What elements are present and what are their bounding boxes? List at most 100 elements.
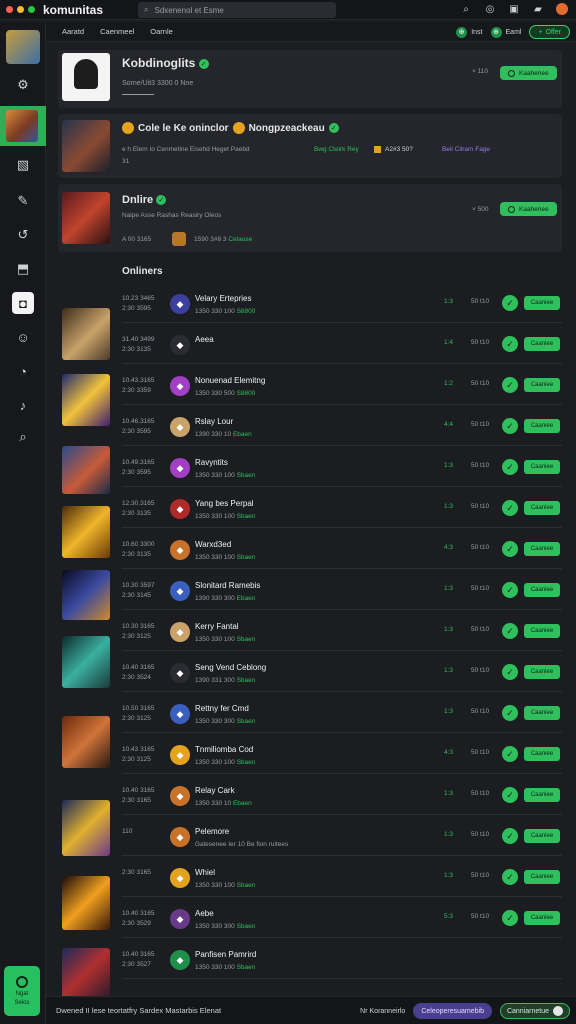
row-title[interactable]: Aebe xyxy=(195,909,214,918)
list-item[interactable]: 10.46.3165 2:30 3595 ◆ Rslay Lour 1390 330 1… xyxy=(58,409,562,445)
sidebar-cta-button[interactable]: Ngat Selos xyxy=(4,966,40,1016)
gear-icon[interactable]: ⚙ xyxy=(12,74,34,96)
row-title[interactable]: Velary Ertepries xyxy=(195,294,251,303)
face-icon[interactable]: ☺ xyxy=(12,326,34,348)
row-action-button[interactable]: Caaniee xyxy=(524,706,560,720)
row-action-button[interactable]: Caaniee xyxy=(524,911,560,925)
row-title[interactable]: Panfisen Pamrird xyxy=(195,950,256,959)
offer-button[interactable]: + Offer xyxy=(529,25,570,39)
list-item[interactable]: 10.40 3165 2:30 3527 ◆ Panfisen Pamrird 1350… xyxy=(58,942,562,978)
search-icon[interactable]: ⌕ xyxy=(460,3,472,15)
row-action-button[interactable]: Caaniee xyxy=(524,337,560,351)
check-icon[interactable]: ✓ xyxy=(502,664,518,680)
row-title[interactable]: Warxd3ed xyxy=(195,540,231,549)
user-avatar[interactable] xyxy=(556,3,568,15)
bottom-link[interactable]: Nr Koranneirlo xyxy=(360,1008,405,1015)
list-item[interactable]: 10.40 3165 2:30 3165 ◆ Relay Cark 1350 330 1… xyxy=(58,778,562,814)
list-item[interactable]: 10.50 3165 2:30 3125 ◆ Rettny fer Cmd 1350 3… xyxy=(58,696,562,732)
globe-icon[interactable]: ◎ xyxy=(484,3,496,15)
history-icon[interactable]: ↺ xyxy=(12,224,34,246)
check-icon[interactable]: ✓ xyxy=(502,336,518,352)
nav-link[interactable]: Oarnle xyxy=(150,27,173,36)
list-item[interactable]: 2:30 3165 ◆ Whiel 1350 330 100 Sbaen 1:3 50 t… xyxy=(58,860,562,896)
purple-action-button[interactable]: Celeoperesuamebib xyxy=(413,1003,492,1019)
cube-icon[interactable]: ⬒ xyxy=(12,258,34,280)
list-item[interactable]: 10.30 3597 2:30 3145 ◆ Slonitard Ramebis 139… xyxy=(58,573,562,609)
row-title[interactable]: Tnmiliomba Cod xyxy=(195,745,253,754)
nav-item-eaml[interactable]: ⊕ Eaml xyxy=(490,26,521,38)
row-title[interactable]: Whiel xyxy=(195,868,215,877)
check-icon[interactable]: ✓ xyxy=(502,500,518,516)
nav-item-inst[interactable]: ⊕ Inst xyxy=(456,26,483,38)
row-action-button[interactable]: Caaniee xyxy=(524,501,560,515)
timer-icon[interactable]: ◔ xyxy=(12,360,34,382)
chat-icon[interactable]: ◘ xyxy=(12,292,34,314)
sidebar-item-active[interactable] xyxy=(0,106,46,146)
list-item[interactable]: 12.30.3165 2:30 3135 ◆ Yang bes Perpal 1350 … xyxy=(58,491,562,527)
check-icon[interactable]: ✓ xyxy=(502,910,518,926)
follow-button[interactable]: Kaahenee xyxy=(500,66,557,80)
chart-icon[interactable]: ▧ xyxy=(12,154,34,176)
list-item[interactable]: 10.43 3165 2:30 3125 ◆ Tnmiliomba Cod 1350 3… xyxy=(58,737,562,773)
check-icon[interactable]: ✓ xyxy=(502,295,518,311)
bell-icon[interactable]: ♪ xyxy=(12,394,34,416)
row-title[interactable]: Pelemore xyxy=(195,827,229,836)
row-action-button[interactable]: Caaniee xyxy=(524,542,560,556)
bag-icon[interactable]: ▰ xyxy=(532,3,544,15)
app-logo[interactable] xyxy=(6,30,40,64)
row-action-button[interactable]: Caaniee xyxy=(524,788,560,802)
check-icon[interactable]: ✓ xyxy=(502,459,518,475)
row-action-button[interactable]: Caaniee xyxy=(524,378,560,392)
row-action-button[interactable]: Caaniee xyxy=(524,419,560,433)
green-action-button[interactable]: Canniarnetue xyxy=(499,1003,570,1019)
check-icon[interactable]: ✓ xyxy=(502,582,518,598)
list-item[interactable]: 10.60 3300 2:30 3135 ◆ Warxd3ed 1350 330 100… xyxy=(58,532,562,568)
check-icon[interactable]: ✓ xyxy=(502,746,518,762)
row-title[interactable]: Aeea xyxy=(195,335,214,344)
check-icon[interactable]: ✓ xyxy=(502,828,518,844)
minimize-window-button[interactable] xyxy=(17,6,24,13)
row-title[interactable]: Rettny fer Cmd xyxy=(195,704,249,713)
pen-icon[interactable]: ✎ xyxy=(12,190,34,212)
nav-link[interactable]: Aaratd xyxy=(62,27,84,36)
check-icon[interactable]: ✓ xyxy=(502,541,518,557)
row-action-button[interactable]: Caaniee xyxy=(524,624,560,638)
row-action-button[interactable]: Caaniee xyxy=(524,829,560,843)
check-icon[interactable]: ✓ xyxy=(502,623,518,639)
feature-tag-green[interactable]: Bwg Cteirk Rey xyxy=(314,146,359,153)
list-item[interactable]: 10.49.3165 2:30 3595 ◆ Ravyntits 1350 330 10… xyxy=(58,450,562,486)
feature-tag-purple[interactable]: Beil Cilram Fage xyxy=(442,146,490,153)
row-action-button[interactable]: Caaniee xyxy=(524,583,560,597)
check-icon[interactable]: ✓ xyxy=(502,869,518,885)
search-icon[interactable]: ⌕ xyxy=(12,426,34,448)
check-icon[interactable]: ✓ xyxy=(502,377,518,393)
row-title[interactable]: Seng Vend Ceblong xyxy=(195,663,266,672)
maximize-window-button[interactable] xyxy=(28,6,35,13)
list-item[interactable]: 10.40 3165 2:30 3524 ◆ Seng Vend Ceblong 139… xyxy=(58,655,562,691)
list-item[interactable]: 31.40 3499 2:30 3135 ◆ Aeea 1:4 50 t10 ✓ Caani… xyxy=(58,327,562,363)
row-title[interactable]: Slonitard Ramebis xyxy=(195,581,260,590)
check-icon[interactable]: ✓ xyxy=(502,418,518,434)
row-action-button[interactable]: Caaniee xyxy=(524,665,560,679)
row-title[interactable]: Yang bes Perpal xyxy=(195,499,254,508)
check-icon[interactable]: ✓ xyxy=(502,787,518,803)
search-bar[interactable]: ⌕ Sdxenenol et Esme xyxy=(138,2,336,18)
list-item[interactable]: 110 ◆ Pelemore Galesenee Ier 10 Be fion rui… xyxy=(58,819,562,855)
row-title[interactable]: Ravyntits xyxy=(195,458,228,467)
online-follow-button[interactable]: Kaahenee xyxy=(500,202,557,216)
row-title[interactable]: Relay Cark xyxy=(195,786,235,795)
row-action-button[interactable]: Caaniee xyxy=(524,296,560,310)
search-input[interactable]: Sdxenenol et Esme xyxy=(154,6,223,15)
row-action-button[interactable]: Caaniee xyxy=(524,460,560,474)
check-icon[interactable]: ✓ xyxy=(502,705,518,721)
nav-link[interactable]: Caenmeel xyxy=(100,27,134,36)
list-item[interactable]: 10.30 3165 2:30 3125 ◆ Kerry Fantal 1350 330… xyxy=(58,614,562,650)
list-item[interactable]: 10.40 3165 2:30 3529 ◆ Aebe 1350 330 300 Sba… xyxy=(58,901,562,937)
message-icon[interactable]: ▣ xyxy=(508,3,520,15)
row-title[interactable]: Kerry Fantal xyxy=(195,622,239,631)
close-window-button[interactable] xyxy=(6,6,13,13)
list-item[interactable]: 10.43.3165 2:30 3359 ◆ Nonuenad Elemitng 135… xyxy=(58,368,562,404)
row-action-button[interactable]: Caaniee xyxy=(524,870,560,884)
row-title[interactable]: Nonuenad Elemitng xyxy=(195,376,265,385)
list-item[interactable]: 10.23 3465 2:30 3595 ◆ Velary Ertepries 1350… xyxy=(58,286,562,322)
